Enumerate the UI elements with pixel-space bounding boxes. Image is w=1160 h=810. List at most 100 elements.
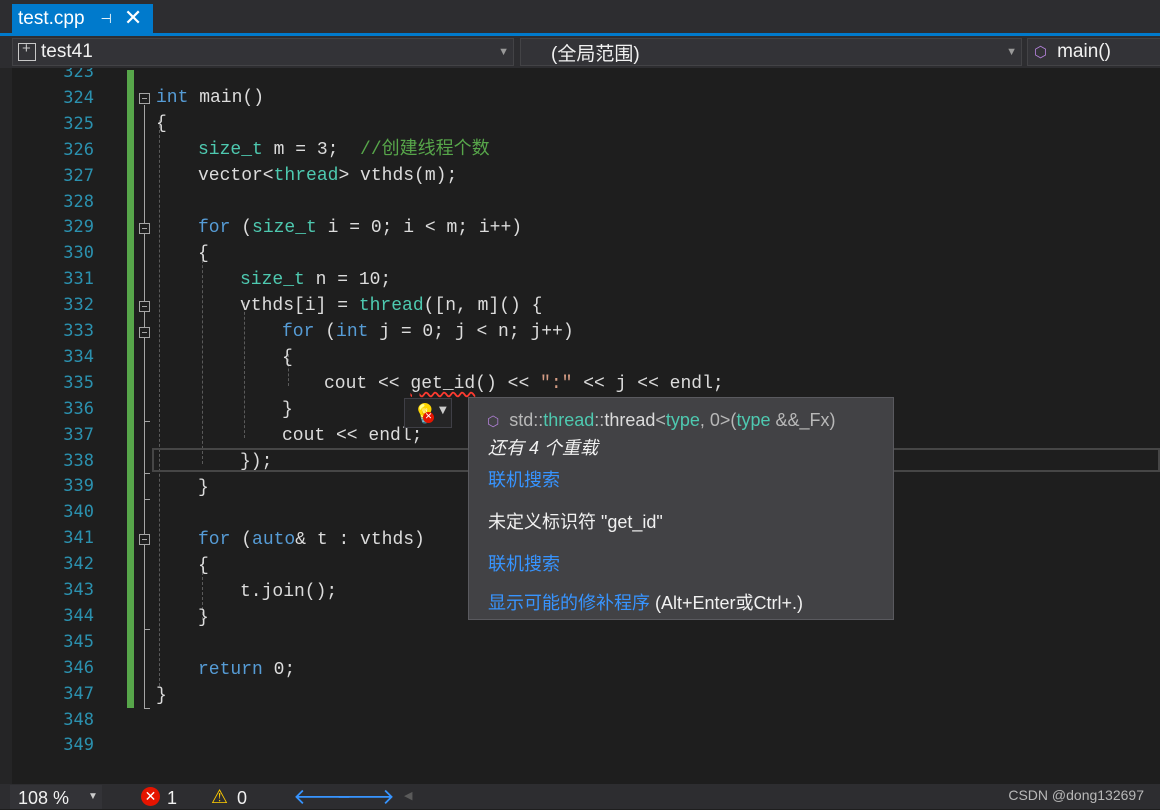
indent-guide xyxy=(202,250,203,464)
line-number: 337 xyxy=(63,424,94,445)
type-name: size_t xyxy=(240,270,305,290)
left-margin xyxy=(0,68,12,784)
code-text: vthds[i] = xyxy=(240,296,359,316)
line-number: 340 xyxy=(63,502,94,523)
code-line-329: for (size_t i = 0; i < m; i++) xyxy=(198,215,522,241)
error-count[interactable]: 1 xyxy=(167,788,177,809)
fix-suggestion: 显示可能的修补程序 (Alt+Enter或Ctrl+.) xyxy=(488,589,803,615)
fold-end xyxy=(144,629,150,630)
line-number: 345 xyxy=(63,631,94,652)
arrow-right-icon[interactable]: 🡒 xyxy=(336,784,395,810)
code-line-339: } xyxy=(198,478,209,498)
code-text: j = 0; j < n; j++) xyxy=(368,322,574,342)
line-number: 339 xyxy=(63,476,94,497)
error-squiggle-identifier[interactable]: get_id xyxy=(410,374,475,394)
show-fixes-link[interactable]: 显示可能的修补程序 xyxy=(488,593,650,613)
indent-guide xyxy=(159,120,160,686)
sig-part: std:: xyxy=(509,410,544,430)
fold-end xyxy=(144,473,150,474)
scope-dropdown[interactable]: (全局范围) ▼ xyxy=(520,38,1022,66)
code-line-338: }); xyxy=(240,452,273,472)
keyword: return xyxy=(198,660,263,680)
fold-end xyxy=(144,708,150,709)
type-name: thread xyxy=(273,166,339,186)
code-text: cout << xyxy=(324,374,411,394)
tab-test-cpp[interactable]: test.cpp ⊣ ✕ xyxy=(12,4,153,34)
chevron-down-icon: ▼ xyxy=(498,46,509,58)
code-line-330: { xyxy=(198,244,209,264)
code-line-344: } xyxy=(198,608,209,628)
code-line-342: { xyxy=(198,556,209,576)
code-text: 0; xyxy=(262,660,296,680)
line-number: 329 xyxy=(63,217,94,238)
sig-part: < xyxy=(655,410,666,430)
line-number: 335 xyxy=(63,372,94,393)
close-icon[interactable]: ✕ xyxy=(124,8,142,30)
scroll-left-icon[interactable]: ◀ xyxy=(404,789,412,802)
comment: //创建线程个数 xyxy=(360,140,490,160)
zoom-dropdown[interactable]: 108 % ▼ xyxy=(10,785,102,809)
code-text: vector< xyxy=(198,166,274,186)
line-number: 323 xyxy=(63,68,94,82)
code-line-331: size_t n = 10; xyxy=(240,267,391,293)
type-name: size_t xyxy=(198,140,263,160)
code-line-333: for (int j = 0; j < n; j++) xyxy=(282,319,574,345)
tab-label: test.cpp xyxy=(18,8,85,29)
quick-info-tooltip: ⬡ std::thread::thread<type, 0>(type &&_Fx… xyxy=(468,397,894,620)
member-name: main() xyxy=(1057,41,1111,62)
fold-end xyxy=(144,421,150,422)
quick-actions-lightbulb[interactable]: 💡 ✕ ▼ xyxy=(404,398,452,428)
signature-line: ⬡ std::thread::thread<type, 0>(type &&_Fx… xyxy=(487,410,835,431)
line-number: 324 xyxy=(63,87,94,108)
line-number: 347 xyxy=(63,683,94,704)
code-text: ( xyxy=(230,218,253,238)
code-text: i = 0; i < m; i++) xyxy=(316,218,523,238)
online-search-link-2[interactable]: 联机搜索 xyxy=(488,550,560,576)
cube-icon: ⬡ xyxy=(1034,44,1048,61)
code-line-332: vthds[i] = thread([n, m]() { xyxy=(240,293,542,319)
line-number: 334 xyxy=(63,346,94,367)
code-line-334: { xyxy=(282,348,293,368)
online-search-link[interactable]: 联机搜索 xyxy=(488,466,560,492)
pin-icon[interactable]: ⊣ xyxy=(101,12,112,27)
code-line-324: int main() xyxy=(156,85,264,111)
indent-guide xyxy=(244,302,245,438)
member-dropdown[interactable]: ⬡ main() xyxy=(1027,38,1160,66)
error-message: 未定义标识符 "get_id" xyxy=(488,512,663,532)
sig-part: thread xyxy=(543,410,595,430)
project-icon xyxy=(18,40,36,61)
line-number: 346 xyxy=(63,657,94,678)
string-literal: ":" xyxy=(540,374,573,394)
code-text: << j << endl; xyxy=(572,374,724,394)
sig-part: thread xyxy=(604,410,656,430)
fix-shortcut: (Alt+Enter或Ctrl+.) xyxy=(650,593,804,613)
code-text: main() xyxy=(188,88,265,108)
fold-end xyxy=(144,499,150,500)
line-number: 326 xyxy=(63,139,94,160)
code-line-326: size_t m = 3; //创建线程个数 xyxy=(198,137,490,163)
line-number: 342 xyxy=(63,554,94,575)
type-name: size_t xyxy=(252,218,317,238)
fold-toggle-for2[interactable] xyxy=(139,327,150,338)
line-number: 332 xyxy=(63,295,94,316)
code-line-336: } xyxy=(282,400,293,420)
watermark: CSDN @dong132697 xyxy=(1008,787,1144,803)
line-number: 328 xyxy=(63,191,94,212)
fold-toggle-for3[interactable] xyxy=(139,534,150,545)
code-line-337: cout << endl; xyxy=(282,426,423,446)
fold-toggle-lambda[interactable] xyxy=(139,301,150,312)
cube-icon: ⬡ xyxy=(487,413,500,429)
fold-line xyxy=(144,105,145,709)
warning-count[interactable]: 0 xyxy=(237,788,247,809)
line-number: 343 xyxy=(63,580,94,600)
sig-part: &&_Fx) xyxy=(770,410,836,430)
warning-icon[interactable]: ⚠ xyxy=(211,786,228,809)
error-icon[interactable]: ✕ xyxy=(141,787,160,806)
code-text: ( xyxy=(230,530,253,550)
fold-toggle-main[interactable] xyxy=(139,93,150,104)
chevron-down-icon: ▼ xyxy=(88,791,98,802)
fold-toggle-for1[interactable] xyxy=(139,223,150,234)
project-dropdown[interactable]: test41 ▼ xyxy=(12,38,514,66)
overload-count: 还有 4 个重载 xyxy=(488,438,599,458)
error-badge-icon: ✕ xyxy=(423,412,434,423)
